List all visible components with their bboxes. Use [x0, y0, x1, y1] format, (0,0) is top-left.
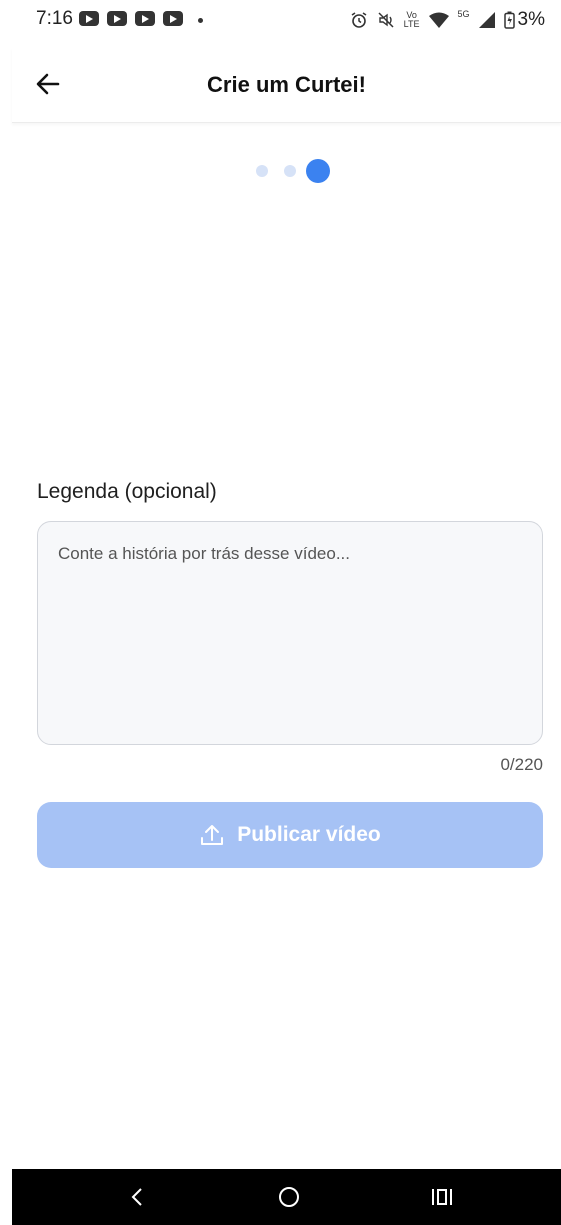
home-nav-icon: [279, 1187, 299, 1207]
battery-icon: [503, 11, 515, 29]
nav-home-button[interactable]: [254, 1169, 324, 1225]
nav-back-button[interactable]: [102, 1169, 172, 1225]
youtube-icon: [135, 11, 155, 26]
status-time: 7:16: [36, 8, 73, 29]
status-bar: 7:16 Vo LTE 5G 3%: [0, 0, 561, 42]
wifi-icon: [428, 12, 449, 28]
alarm-icon: [351, 12, 367, 28]
page-title: Crie um Curtei!: [207, 72, 366, 97]
nav-recents-button[interactable]: [407, 1169, 477, 1225]
step-dot-1: [256, 165, 268, 177]
youtube-icon: [163, 11, 183, 26]
upload-icon: [201, 825, 224, 845]
youtube-icon: [79, 11, 99, 26]
network-type: 5G: [457, 9, 470, 19]
publish-button-label: Publicar vídeo: [237, 823, 381, 846]
caption-label: Legenda (opcional): [37, 480, 217, 503]
signal-icon: [478, 12, 495, 28]
publish-video-button[interactable]: Publicar vídeo: [37, 802, 543, 868]
volte-icon: Vo LTE: [403, 10, 420, 29]
app-header: Crie um Curtei!: [12, 48, 561, 123]
system-nav-bar: [12, 1169, 561, 1225]
back-nav-icon: [131, 1188, 142, 1206]
character-counter: 0/220: [500, 755, 543, 774]
step-dot-3-active: [306, 159, 330, 183]
step-dot-2: [284, 165, 296, 177]
youtube-icon: [107, 11, 127, 26]
mute-icon: [378, 12, 394, 28]
battery-level: 3%: [517, 9, 545, 30]
caption-input[interactable]: [37, 521, 543, 745]
step-indicator: [0, 159, 561, 183]
recents-nav-icon: [432, 1189, 452, 1205]
status-icons: Vo LTE 5G 3%: [350, 8, 545, 32]
dot-icon: [198, 18, 203, 23]
